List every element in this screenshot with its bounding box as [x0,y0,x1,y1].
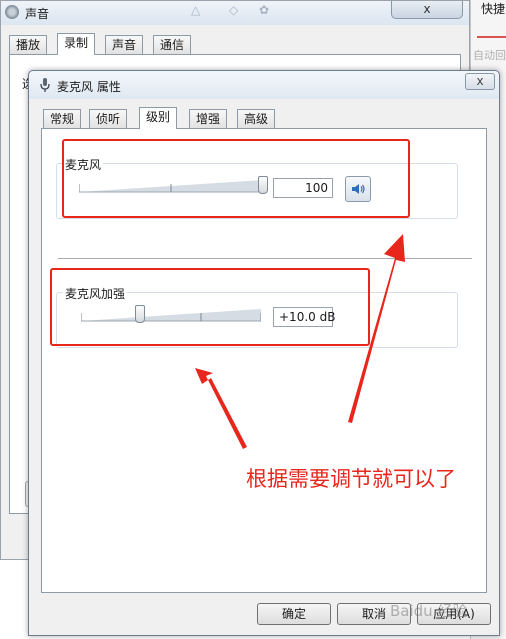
tab-levels[interactable]: 级别 [139,107,178,129]
tab-recording[interactable]: 录制 [57,33,96,55]
arrow-up-left [195,368,247,449]
annotation-arrows [195,234,405,449]
watermark: Baidu 经验 [390,602,468,620]
arrow-up-right [348,234,405,423]
annotation-text: 根据需要调节就可以了 [246,467,456,491]
